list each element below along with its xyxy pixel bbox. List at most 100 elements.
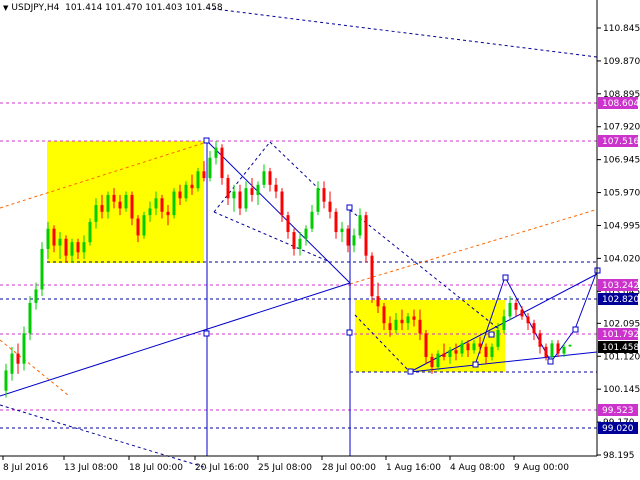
marker	[203, 137, 210, 144]
candle	[352, 228, 356, 253]
candle	[520, 306, 524, 320]
candle	[526, 313, 530, 330]
marker	[203, 330, 210, 337]
level-tag-101792: 101.792	[598, 328, 639, 340]
candle	[244, 181, 248, 212]
candle	[34, 282, 38, 310]
ohlc-readout: 101.414 101.470 101.403 101.458	[65, 3, 223, 13]
x-tick-label: 20 Jul 16:00	[195, 463, 249, 473]
y-tick-label: 104.995	[603, 221, 640, 231]
marker	[407, 368, 414, 375]
candle	[358, 208, 362, 239]
candle	[340, 221, 344, 243]
level-tag-99523: 99.523	[598, 404, 638, 416]
symbol-label: USDJPY,H4	[11, 3, 60, 13]
candle	[304, 225, 308, 246]
level-tag-label: 99.523	[602, 406, 634, 416]
channel-dash-b	[269, 141, 321, 191]
top-descending-line	[206, 7, 598, 58]
candle	[538, 329, 542, 354]
level-tag-101458: 101.458	[598, 341, 639, 353]
candle	[238, 184, 242, 216]
y-tick-label: 102.095	[603, 319, 640, 329]
candle	[10, 346, 14, 381]
x-tick-label: 8 Jul 2016	[3, 463, 48, 473]
marker	[346, 329, 353, 336]
candle	[22, 326, 26, 371]
candle	[532, 319, 536, 341]
candle	[196, 167, 200, 192]
triangle-down-icon[interactable]: ▼	[3, 4, 8, 12]
marker	[572, 326, 579, 333]
marker	[346, 204, 353, 211]
candle	[268, 167, 272, 192]
candle	[508, 296, 512, 320]
long-support-line	[0, 282, 351, 397]
level-tag-107516: 107.516	[598, 135, 639, 147]
orange-channel-rise	[349, 209, 596, 285]
candle	[334, 208, 338, 239]
y-tick-label: 106.945	[603, 156, 640, 166]
candle	[232, 184, 236, 212]
candle	[322, 181, 326, 209]
y-tick-label: 105.970	[603, 189, 640, 199]
marker	[488, 331, 495, 338]
candle	[286, 211, 290, 239]
level-tag-102820: 102.820	[598, 293, 639, 305]
x-tick-label: 28 Jul 00:00	[322, 463, 376, 473]
y-tick-label: 98.195	[603, 451, 635, 461]
level-tag-label: 107.516	[602, 137, 639, 147]
candle	[568, 344, 572, 347]
candle	[16, 343, 20, 374]
level-tag-103242: 103.242	[598, 279, 639, 291]
candle	[292, 228, 296, 256]
candle	[208, 151, 212, 182]
candle	[310, 205, 314, 233]
x-tick-label: 4 Aug 08:00	[450, 463, 505, 473]
candle	[274, 178, 278, 199]
price-axis: 110.845109.870108.895107.920106.945105.9…	[596, 0, 640, 461]
y-tick-label: 110.845	[603, 24, 640, 34]
candle	[262, 164, 266, 189]
candle	[316, 181, 320, 216]
chart-header: ▼ USDJPY,H4 101.414 101.470 101.403 101.4…	[3, 3, 223, 13]
candle	[298, 232, 302, 256]
candle	[226, 174, 230, 206]
candle	[40, 242, 44, 297]
candle	[220, 144, 224, 185]
level-tag-label: 102.820	[602, 295, 639, 305]
level-tag-99020: 99.020	[598, 422, 638, 434]
level-tag-label: 101.458	[602, 343, 639, 353]
y-tick-label: 100.145	[603, 385, 640, 395]
level-tags: 108.604 107.516 103.242 102.820 101.792 101.4…	[598, 97, 639, 434]
marker	[547, 358, 554, 365]
y-tick-label: 107.920	[603, 123, 640, 133]
level-tag-label: 108.604	[602, 99, 639, 109]
candle	[142, 211, 146, 239]
time-axis: 8 Jul 2016 13 Jul 08:00 18 Jul 00:00 20 Jul…	[0, 455, 597, 473]
candle	[514, 299, 518, 317]
y-tick-labels: 110.845109.870108.895107.920106.945105.9…	[597, 24, 640, 461]
level-tag-108604: 108.604	[598, 97, 639, 109]
x-tick-labels: 8 Jul 2016 13 Jul 08:00 18 Jul 00:00 20 Jul…	[2, 456, 569, 473]
x-tick-label: 1 Aug 16:00	[386, 463, 441, 473]
highlight-zones	[47, 141, 505, 372]
level-tag-label: 101.792	[602, 330, 639, 340]
x-tick-label: 13 Jul 08:00	[64, 463, 118, 473]
candle	[250, 178, 254, 202]
candle	[256, 181, 260, 206]
candle	[346, 225, 350, 253]
marker	[502, 274, 509, 281]
candle	[214, 140, 218, 165]
x-tick-label: 9 Aug 00:00	[514, 463, 569, 473]
level-tag-label: 99.020	[602, 424, 634, 434]
price-chart[interactable]: 110.845109.870108.895107.920106.945105.9…	[0, 0, 640, 480]
candle	[88, 218, 92, 246]
candle	[328, 191, 332, 219]
x-tick-label: 25 Jul 08:00	[258, 463, 312, 473]
channel-dash-f	[0, 404, 208, 469]
candle	[172, 188, 176, 219]
y-tick-label: 101.120	[603, 352, 640, 362]
level-tag-label: 103.242	[602, 281, 639, 291]
candle	[370, 252, 374, 303]
